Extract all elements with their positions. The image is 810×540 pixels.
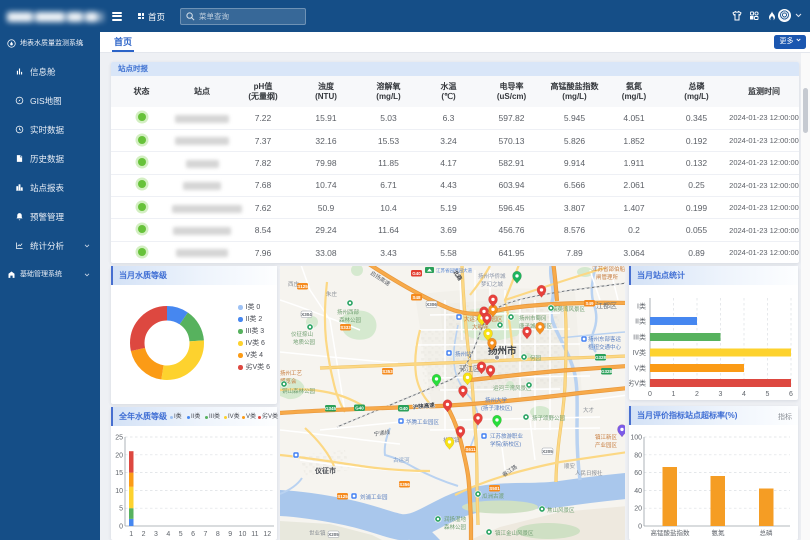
svg-text:高锰酸盐指数: 高锰酸盐指数	[651, 528, 691, 537]
svg-text:G328: G328	[601, 369, 613, 374]
svg-text:扬州工艺: 扬州工艺	[280, 369, 303, 377]
svg-text:X205: X205	[542, 449, 553, 454]
svg-text:枢纽交通中心: 枢纽交通中心	[588, 343, 622, 351]
svg-text:(扬子津校区): (扬子津校区)	[481, 404, 512, 412]
svg-text:仪征市: 仪征市	[314, 466, 336, 475]
svg-text:人民日报社: 人民日报社	[575, 469, 603, 477]
svg-text:1: 1	[129, 531, 133, 538]
svg-text:润扬湿地: 润扬湿地	[444, 515, 467, 523]
svg-text:4: 4	[742, 391, 746, 398]
svg-text:森林公园: 森林公园	[444, 523, 467, 531]
svg-text:闸管理所: 闸管理所	[596, 273, 619, 281]
svg-text:古运河: 古运河	[393, 456, 410, 464]
svg-text:S125: S125	[337, 494, 348, 499]
svg-text:II类: II类	[635, 317, 646, 326]
svg-text:6: 6	[191, 531, 195, 538]
svg-text:铜山森林公园: 铜山森林公园	[282, 387, 316, 395]
svg-text:X306: X306	[426, 302, 437, 307]
svg-text:扬州东部客运: 扬州东部客运	[588, 335, 622, 343]
svg-text:茱萸湾风景区: 茱萸湾风景区	[552, 305, 586, 313]
svg-text:S49: S49	[585, 301, 594, 306]
svg-text:10: 10	[115, 488, 123, 495]
svg-text:扬州站: 扬州站	[455, 350, 472, 358]
svg-text:扬州华侨城: 扬州华侨城	[478, 272, 506, 280]
svg-text:25: 25	[115, 435, 123, 442]
svg-text:扬州大学: 扬州大学	[485, 396, 508, 404]
svg-text:15: 15	[115, 470, 123, 477]
svg-text:梦幻之城: 梦幻之城	[481, 280, 504, 288]
svg-text:扬州西部: 扬州西部	[337, 308, 360, 316]
svg-text:森林公园: 森林公园	[339, 316, 362, 324]
svg-text:镇江金山风景区: 镇江金山风景区	[495, 529, 534, 537]
svg-text:大才: 大才	[583, 406, 595, 414]
svg-text:劣V类: 劣V类	[629, 379, 646, 388]
svg-text:刘浦工业园: 刘浦工业园	[360, 493, 388, 501]
svg-text:朱庄: 朱庄	[326, 290, 338, 298]
svg-text:产业园区: 产业园区	[595, 441, 618, 449]
svg-text:G345: G345	[325, 406, 337, 411]
svg-text:6: 6	[789, 391, 793, 398]
svg-text:0: 0	[638, 524, 642, 531]
svg-text:总磷: 总磷	[760, 528, 774, 537]
svg-text:仪征捺山: 仪征捺山	[291, 330, 313, 338]
svg-text:V类: V类	[634, 364, 646, 373]
svg-text:80: 80	[634, 452, 642, 459]
svg-text:扬州市蜀冈: 扬州市蜀冈	[519, 314, 547, 322]
svg-text:X304: X304	[301, 312, 312, 317]
svg-text:8: 8	[216, 531, 220, 538]
svg-text:12: 12	[263, 531, 271, 538]
svg-text:镇江新区: 镇江新区	[595, 433, 618, 441]
svg-text:扬子颂野公园: 扬子颂野公园	[532, 414, 566, 422]
svg-text:学院(新校区): 学院(新校区)	[490, 440, 521, 448]
svg-text:40: 40	[634, 488, 642, 495]
svg-text:0: 0	[119, 524, 123, 531]
svg-text:何园: 何园	[530, 354, 542, 362]
svg-text:S611: S611	[465, 447, 476, 452]
svg-text:江都区: 江都区	[596, 302, 617, 310]
svg-text:焦山风景区: 焦山风景区	[547, 506, 575, 514]
svg-text:瓜洲古渡: 瓜洲古渡	[482, 492, 505, 500]
svg-text:氨氮: 氨氮	[712, 528, 726, 537]
svg-text:地质公园: 地质公园	[293, 338, 316, 346]
svg-text:100: 100	[630, 435, 642, 442]
svg-text:世业镇: 世业镇	[309, 529, 326, 537]
svg-text:10: 10	[239, 531, 247, 538]
svg-text:4: 4	[166, 531, 170, 538]
svg-text:2: 2	[142, 531, 146, 538]
svg-text:西庄: 西庄	[288, 280, 300, 288]
svg-text:I类: I类	[637, 302, 646, 311]
svg-text:2: 2	[695, 391, 699, 398]
svg-text:X205: X205	[328, 532, 339, 537]
svg-text:G40: G40	[355, 406, 364, 411]
svg-text:0: 0	[648, 391, 652, 398]
svg-text:S356: S356	[399, 482, 410, 487]
svg-text:G328: G328	[595, 355, 607, 360]
svg-text:5: 5	[766, 391, 770, 398]
svg-text:IV类: IV类	[632, 348, 646, 357]
svg-text:S353: S353	[382, 369, 393, 374]
svg-text:60: 60	[634, 470, 642, 477]
svg-text:20: 20	[634, 506, 642, 513]
svg-text:5: 5	[179, 531, 183, 538]
svg-text:20: 20	[115, 452, 123, 459]
svg-text:5: 5	[119, 506, 123, 513]
svg-text:S333: S333	[340, 325, 351, 330]
svg-text:3: 3	[154, 531, 158, 538]
svg-text:7: 7	[203, 531, 207, 538]
svg-text:III类: III类	[633, 333, 646, 342]
svg-text:9: 9	[228, 531, 232, 538]
svg-text:S48: S48	[412, 295, 421, 300]
svg-text:江苏旅游职业: 江苏旅游职业	[490, 432, 524, 440]
svg-text:G40: G40	[412, 271, 421, 276]
svg-text:江苏省邵伯船: 江苏省邵伯船	[592, 266, 625, 273]
svg-text:G40: G40	[399, 406, 408, 411]
svg-text:华腾工业园区: 华腾工业园区	[406, 418, 440, 426]
svg-text:S501: S501	[489, 486, 500, 491]
svg-text:1: 1	[672, 391, 676, 398]
svg-text:3: 3	[719, 391, 723, 398]
svg-text:11: 11	[251, 531, 258, 538]
svg-text:顺安: 顺安	[564, 462, 576, 470]
